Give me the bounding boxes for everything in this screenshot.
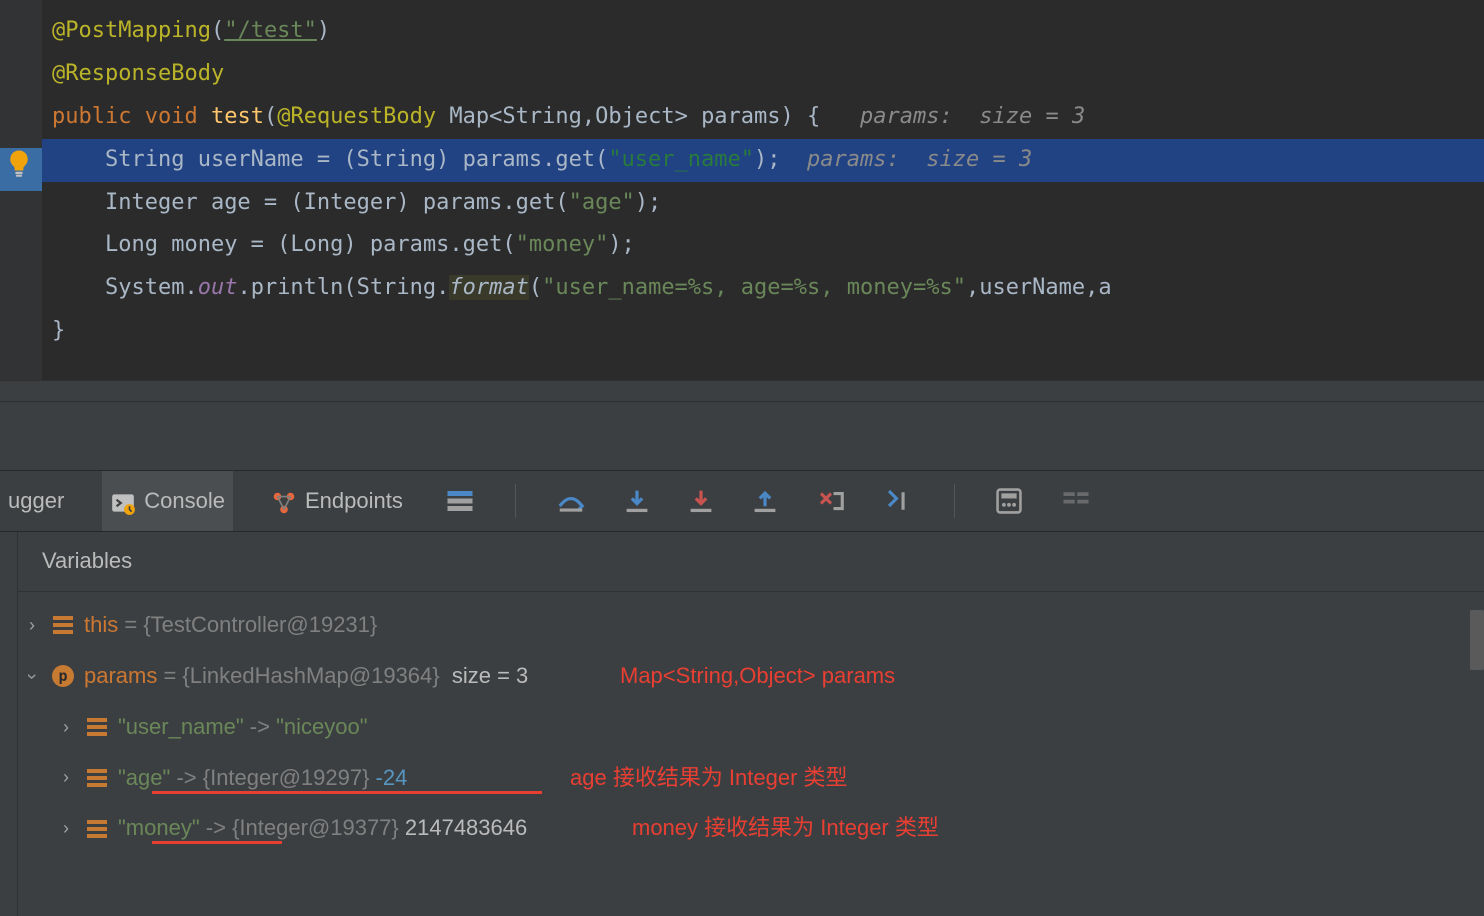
variables-header: Variables xyxy=(0,532,1484,592)
debug-toolbar: ugger Console Endpoints xyxy=(0,470,1484,532)
code-line: } xyxy=(46,310,1484,353)
underline-annotation xyxy=(152,841,282,844)
var-row-entry[interactable]: › "user_name" -> "niceyoo" xyxy=(22,702,1484,753)
code-line: Long money = (Long) params.get("money"); xyxy=(46,224,1484,267)
object-icon xyxy=(86,818,108,840)
object-icon xyxy=(86,716,108,738)
expand-icon[interactable]: › xyxy=(56,760,76,795)
underline-annotation xyxy=(152,791,542,794)
intention-bulb-icon[interactable] xyxy=(4,148,34,178)
variables-tree[interactable]: › this = {TestController@19231} › p para… xyxy=(0,592,1484,854)
editor-splitter[interactable] xyxy=(0,380,1484,402)
param-badge-icon: p xyxy=(52,665,74,687)
expand-icon[interactable]: › xyxy=(56,811,76,846)
threads-icon[interactable] xyxy=(441,484,479,518)
step-out-icon[interactable] xyxy=(748,484,782,518)
code-editor[interactable]: @PostMapping("/test") @ResponseBody publ… xyxy=(0,0,1484,380)
object-icon xyxy=(86,767,108,789)
drop-frame-icon[interactable] xyxy=(812,484,850,518)
toolbar-separator xyxy=(954,484,955,518)
var-row-entry[interactable]: › "age" -> {Integer@19297} -24 age 接收结果为… xyxy=(22,753,1484,804)
annotation-params: Map<String,Object> params xyxy=(620,655,895,698)
code-line: System.out.println(String.format("user_n… xyxy=(46,267,1484,310)
annotation-money: money 接收结果为 Integer 类型 xyxy=(632,807,939,850)
collapse-icon[interactable]: › xyxy=(14,666,49,686)
step-into-icon[interactable] xyxy=(620,484,654,518)
editor-gutter xyxy=(0,0,42,380)
toolbar-separator xyxy=(515,484,516,518)
code-line-current: String userName = (String) params.get("u… xyxy=(40,139,1484,182)
expand-icon[interactable]: › xyxy=(56,710,76,745)
annotation-age: age 接收结果为 Integer 类型 xyxy=(570,757,848,800)
var-row-this[interactable]: › this = {TestController@19231} xyxy=(22,600,1484,651)
tab-endpoints[interactable]: Endpoints xyxy=(263,471,411,531)
endpoints-icon xyxy=(271,488,297,514)
debug-variables-panel: Variables › this = {TestController@19231… xyxy=(0,532,1484,916)
panel-blank xyxy=(0,402,1484,470)
var-row-entry[interactable]: › "money" -> {Integer@19377} 2147483646 … xyxy=(22,803,1484,854)
tab-debugger[interactable]: ugger xyxy=(0,471,72,531)
object-icon xyxy=(52,614,74,636)
tab-console[interactable]: Console xyxy=(102,471,233,531)
console-icon xyxy=(110,488,136,514)
code-line: @PostMapping("/test") xyxy=(46,10,1484,53)
trace-icon[interactable] xyxy=(1057,484,1095,518)
code-line: public void test(@RequestBody Map<String… xyxy=(46,96,1484,139)
code-line: Integer age = (Integer) params.get("age"… xyxy=(46,182,1484,225)
run-to-cursor-icon[interactable] xyxy=(880,484,918,518)
code-line: @ResponseBody xyxy=(46,53,1484,96)
expand-icon[interactable]: › xyxy=(22,608,42,643)
step-over-icon[interactable] xyxy=(552,484,590,518)
var-row-params[interactable]: › p params = {LinkedHashMap@19364} size … xyxy=(22,651,1484,702)
evaluate-icon[interactable] xyxy=(991,483,1027,519)
force-step-into-icon[interactable] xyxy=(684,484,718,518)
